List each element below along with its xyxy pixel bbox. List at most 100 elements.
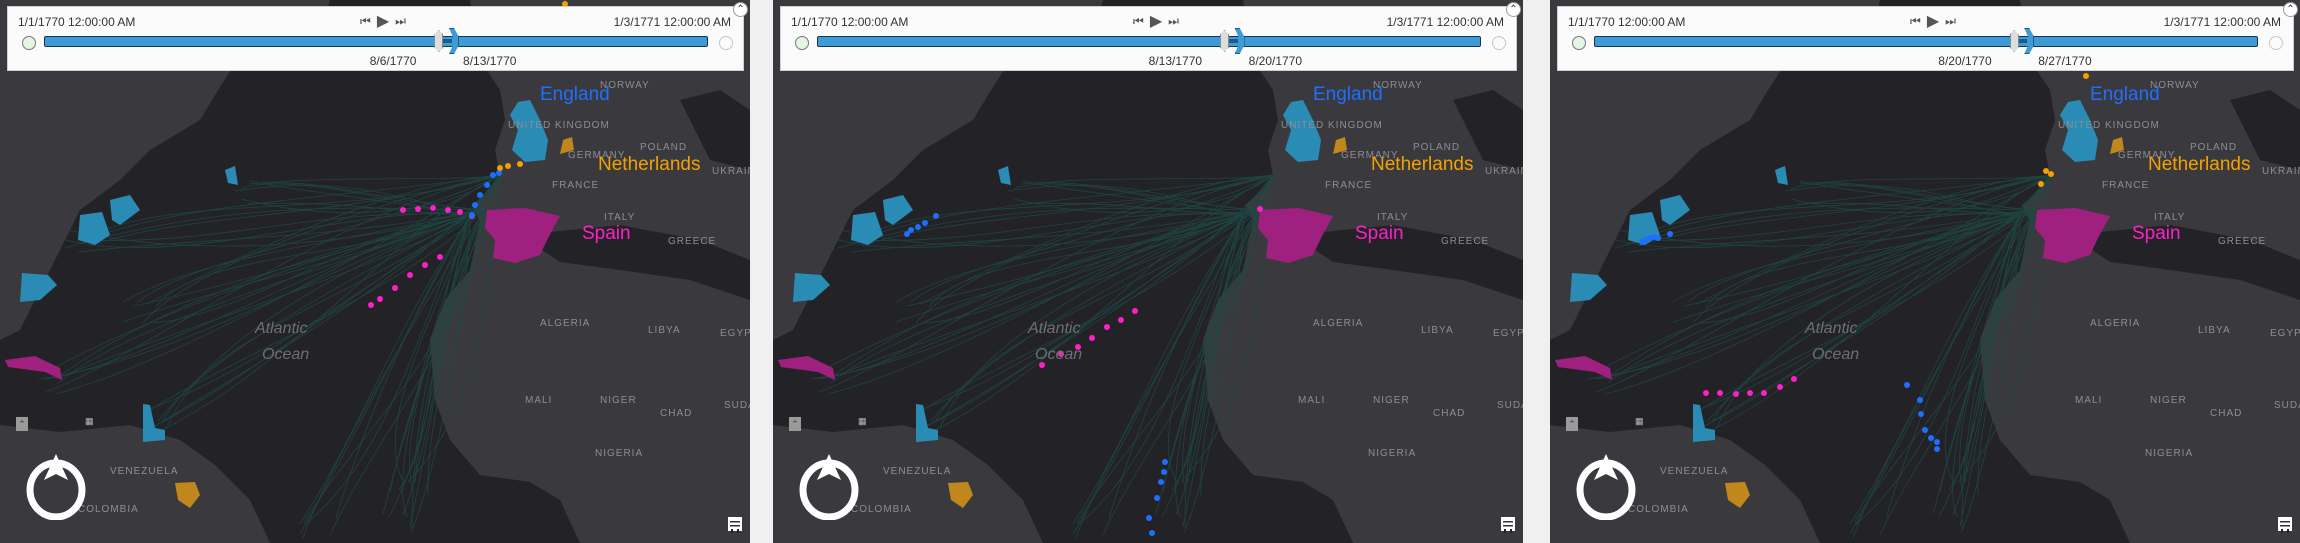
ship-position-dot[interactable] (1089, 335, 1095, 341)
clock-icon[interactable] (22, 36, 36, 50)
skip-forward-icon[interactable]: ⏭ (395, 14, 406, 29)
skip-back-icon[interactable]: ⏮ (1910, 14, 1921, 29)
ship-position-dot[interactable] (1761, 390, 1767, 396)
skip-forward-icon[interactable]: ⏭ (1945, 14, 1956, 29)
ship-position-dot[interactable] (430, 205, 436, 211)
ship-position-dot[interactable] (908, 227, 914, 233)
ship-position-dot[interactable] (415, 206, 421, 212)
ship-position-dot[interactable] (1904, 382, 1910, 388)
region-newfoundland[interactable] (225, 166, 238, 185)
grid-icon[interactable]: ▦ (858, 416, 867, 427)
play-icon[interactable]: ▶ (377, 11, 389, 31)
ship-position-dot[interactable] (1934, 446, 1940, 452)
clock-range-icon[interactable] (719, 36, 733, 50)
ship-position-dot[interactable] (517, 161, 523, 167)
ship-position-dot[interactable] (1922, 427, 1928, 433)
ship-position-dot[interactable] (1928, 435, 1934, 441)
ship-position-dot[interactable] (472, 202, 478, 208)
collapse-chevron-up-icon[interactable]: ⌃ (1506, 2, 1521, 17)
ship-position-dot[interactable] (437, 254, 443, 260)
ship-position-dot[interactable] (392, 285, 398, 291)
region-guiana[interactable] (143, 404, 165, 442)
compass-north-icon[interactable] (1572, 452, 1640, 520)
ship-position-dot[interactable] (400, 207, 406, 213)
ship-position-dot[interactable] (377, 296, 383, 302)
collapse-chevron-up-icon[interactable]: ⌃ (733, 2, 748, 17)
ship-position-dot[interactable] (1146, 515, 1152, 521)
play-icon[interactable]: ▶ (1150, 11, 1162, 31)
ship-position-dot[interactable] (1158, 479, 1164, 485)
ship-position-dot[interactable] (469, 212, 475, 218)
ship-position-dot[interactable] (1733, 391, 1739, 397)
time-slider-track[interactable] (817, 28, 1481, 54)
ship-position-dot[interactable] (1118, 317, 1124, 323)
ship-position-dot[interactable] (1703, 390, 1709, 396)
map-panel[interactable]: NORWAY UNITED KINGDOM GERMANY POLAND FRANCE I… (773, 0, 1523, 543)
ship-position-dot[interactable] (1917, 397, 1923, 403)
legend-icon[interactable] (726, 515, 744, 533)
ship-position-dot[interactable] (1104, 324, 1110, 330)
chevron-up-icon[interactable]: ⌃ (1566, 417, 1578, 431)
grid-icon[interactable]: ▦ (85, 416, 94, 427)
ship-position-dot[interactable] (1934, 439, 1940, 445)
time-slider-track[interactable] (44, 28, 708, 54)
ship-position-dot[interactable] (2048, 171, 2054, 177)
ship-position-dot[interactable] (505, 163, 511, 169)
ship-position-dot[interactable] (1149, 530, 1155, 536)
clock-icon[interactable] (1572, 36, 1586, 50)
legend-icon[interactable] (1499, 515, 1517, 533)
ship-position-dot[interactable] (2038, 181, 2044, 187)
ship-position-dot[interactable] (1154, 495, 1160, 501)
map-panel[interactable]: NORWAY UNITED KINGDOM GERMANY POLAND FRANCE I… (0, 0, 750, 543)
ship-position-dot[interactable] (422, 262, 428, 268)
collapse-chevron-up-icon[interactable]: ⌃ (2283, 2, 2298, 17)
chevron-up-icon[interactable]: ⌃ (789, 417, 801, 431)
region-carolinas[interactable] (793, 273, 830, 302)
clock-icon[interactable] (795, 36, 809, 50)
ship-position-dot[interactable] (1667, 231, 1673, 237)
ship-position-dot[interactable] (445, 207, 451, 213)
region-guiana[interactable] (1693, 404, 1715, 442)
range-start-handle[interactable] (1220, 30, 1230, 52)
legend-icon[interactable] (2276, 515, 2294, 533)
ship-position-dot[interactable] (1717, 390, 1723, 396)
ship-position-dot[interactable] (457, 209, 463, 215)
ship-position-dot[interactable] (1791, 376, 1797, 382)
skip-back-icon[interactable]: ⏮ (1133, 14, 1144, 29)
ship-position-dot[interactable] (915, 224, 921, 230)
region-carolinas[interactable] (20, 273, 57, 302)
ship-position-dot[interactable] (2083, 73, 2089, 79)
ship-position-dot[interactable] (1918, 411, 1924, 417)
compass-north-icon[interactable] (22, 452, 90, 520)
play-icon[interactable]: ▶ (1927, 11, 1939, 31)
skip-forward-icon[interactable]: ⏭ (1168, 14, 1179, 29)
region-guiana[interactable] (916, 404, 938, 442)
ship-position-dot[interactable] (484, 182, 490, 188)
ship-position-dot[interactable] (1162, 459, 1168, 465)
region-carolinas[interactable] (1570, 273, 1607, 302)
region-newfoundland[interactable] (1775, 166, 1788, 185)
ship-position-dot[interactable] (407, 272, 413, 278)
range-start-handle[interactable] (2009, 30, 2019, 52)
clock-range-icon[interactable] (1492, 36, 1506, 50)
ship-position-dot[interactable] (496, 170, 502, 176)
map-panel[interactable]: NORWAY UNITED KINGDOM GERMANY POLAND FRANCE I… (1550, 0, 2300, 543)
time-slider-track[interactable] (1594, 28, 2258, 54)
range-start-handle[interactable] (434, 30, 444, 52)
ship-position-dot[interactable] (2043, 168, 2049, 174)
skip-back-icon[interactable]: ⏮ (360, 14, 371, 29)
ship-position-dot[interactable] (922, 220, 928, 226)
ship-position-dot[interactable] (1161, 469, 1167, 475)
chevron-up-icon[interactable]: ⌃ (16, 417, 28, 431)
compass-north-icon[interactable] (795, 452, 863, 520)
ship-position-dot[interactable] (1257, 206, 1263, 212)
ship-position-dot[interactable] (497, 165, 503, 171)
ship-position-dot[interactable] (490, 172, 496, 178)
ship-position-dot[interactable] (1777, 384, 1783, 390)
ship-position-dot[interactable] (368, 302, 374, 308)
ship-position-dot[interactable] (1747, 390, 1753, 396)
clock-range-icon[interactable] (2269, 36, 2283, 50)
ship-position-dot[interactable] (1655, 235, 1661, 241)
ship-position-dot[interactable] (1132, 308, 1138, 314)
region-newfoundland[interactable] (998, 166, 1011, 185)
